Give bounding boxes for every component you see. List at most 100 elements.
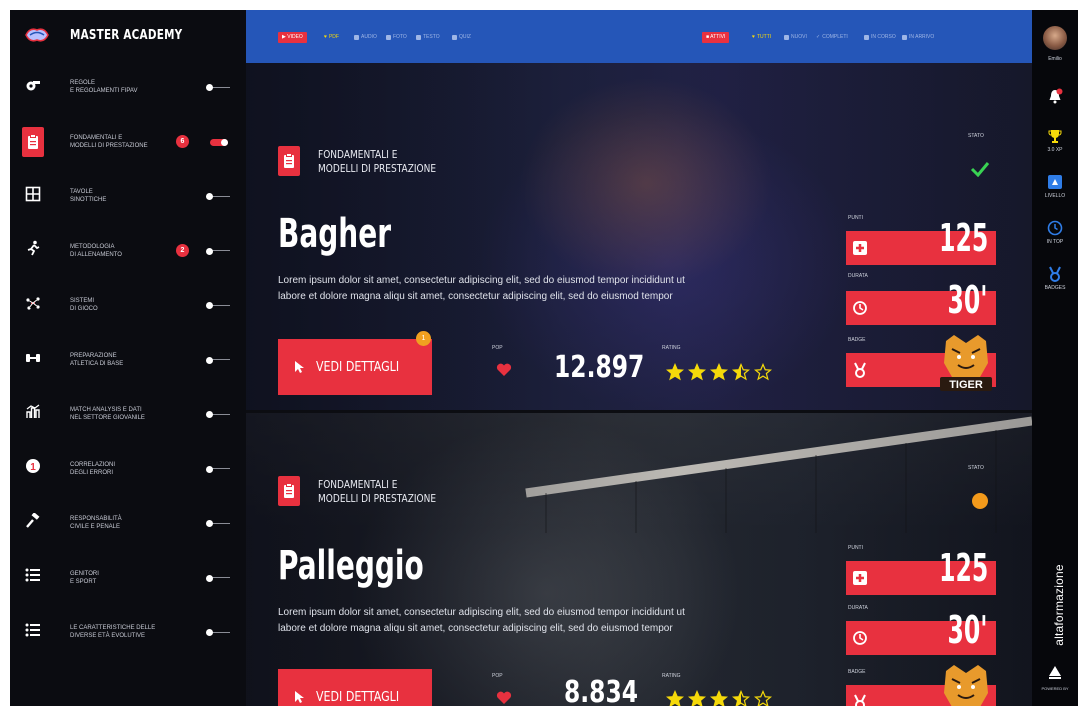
card-category: FONDAMENTALI E MODELLI DI PRESTAZIONE (318, 148, 437, 175)
star-icon (666, 690, 684, 706)
sidebar-item[interactable]: METODOLOGIA DI ALLENAMENTO 2 (10, 224, 246, 279)
filter-audio[interactable]: AUDIO (354, 34, 377, 40)
filter-foto[interactable]: FOTO (386, 34, 407, 40)
medal-icon (854, 362, 866, 378)
sidebar-toggle[interactable] (206, 411, 230, 418)
rating-label: RATING (662, 673, 681, 679)
gavel-icon (25, 511, 41, 534)
completed-check-icon (970, 162, 990, 177)
check-icon: ✓ (816, 34, 821, 40)
network-icon (25, 295, 41, 316)
avatar[interactable] (1043, 26, 1067, 50)
altaformazione-logo: altaformazione (1052, 564, 1066, 646)
sidebar-toggle[interactable] (206, 84, 230, 91)
brand[interactable]: MASTER ACADEMY (10, 10, 246, 60)
plus-box-icon (853, 241, 867, 255)
notification-badge: 1 (416, 331, 431, 346)
filter-in-corso[interactable]: IN CORSO (864, 34, 896, 40)
brand-title: MASTER ACADEMY (70, 27, 183, 43)
sidebar-toggle[interactable] (206, 574, 230, 582)
details-button[interactable]: VEDI DETTAGLI 1 (278, 331, 432, 395)
badges-label: BADGES (1044, 285, 1066, 291)
star-icon (710, 690, 728, 706)
sidebar-toggle[interactable] (206, 138, 230, 146)
details-button[interactable]: VEDI DETTAGLI (278, 669, 432, 706)
heart-icon: ♥ (752, 34, 755, 40)
star-icon (732, 363, 750, 381)
volleyball-logo-icon (25, 28, 49, 42)
app-window: MASTER ACADEMY REGOLE E REGOLAMENTI FIPAV… (10, 10, 1078, 706)
sidebar-item-label: TAVOLE SINOTTICHE (70, 189, 107, 204)
trophy-icon[interactable] (1047, 128, 1063, 144)
alert-icon: 1 (25, 458, 41, 479)
sidebar-item[interactable]: MATCH ANALYSIS E DATI NEL SETTORE GIOVANI… (10, 387, 246, 442)
sidebar-toggle[interactable] (206, 356, 230, 364)
sidebar-toggle[interactable] (206, 629, 230, 636)
sidebar-toggle[interactable] (206, 247, 230, 255)
course-card[interactable]: FONDAMENTALI E MODELLI DI PRESTAZIONE Pa… (246, 413, 1032, 706)
level-label: LIVELLO (1044, 193, 1066, 199)
card-title: Palleggio (278, 543, 424, 589)
powered-by-label: POWERED BY (1041, 686, 1069, 691)
card-title: Bagher (278, 211, 392, 257)
sidebar-item[interactable]: PREPARAZIONE ATLETICA DI BASE (10, 333, 246, 388)
duration-label: DURATA (848, 273, 868, 279)
card-description: Lorem ipsum dolor sit amet, consectetur … (278, 275, 685, 302)
cursor-icon (295, 691, 304, 703)
sidebar-item[interactable]: TAVOLE SINOTTICHE (10, 169, 246, 224)
user-name: Emilio (1048, 56, 1062, 62)
filter-completi[interactable]: ✓ COMPLETI (816, 34, 848, 40)
clipboard-icon (278, 146, 300, 176)
sidebar-toggle[interactable] (206, 302, 230, 309)
sidebar-toggle[interactable] (206, 465, 230, 473)
filter-video-button[interactable]: ▶ VIDEO (278, 32, 307, 43)
sidebar-item[interactable]: LE CARATTERISTICHE DELLE DIVERSE ETÀ EVOL… (10, 605, 246, 660)
new-icon (784, 34, 789, 40)
star-icon (666, 363, 684, 381)
filter-tutti[interactable]: ♥ TUTTI (752, 34, 771, 40)
filter-bar: ▶ VIDEO ♥ PDF AUDIO FOTO TESTO QUIZ ■ ATT… (246, 10, 1032, 63)
audio-icon (354, 34, 359, 40)
sidebar-toggle[interactable] (206, 520, 230, 527)
rating-stars (666, 690, 772, 706)
heart-icon (496, 691, 512, 704)
filter-testo[interactable]: TESTO (416, 34, 440, 40)
filter-in-arrivo[interactable]: IN ARRIVO (902, 34, 934, 40)
sidebar-item[interactable]: REGOLE E REGOLAMENTI FIPAV (10, 60, 246, 115)
badge-label: BADGE (848, 337, 866, 343)
level-icon[interactable] (1047, 174, 1063, 190)
duration-stat: 30' (846, 611, 996, 655)
xp-value: 3.0 XP (1047, 147, 1063, 153)
clipboard-icon (22, 126, 44, 157)
points-label: PUNTI (848, 215, 863, 221)
bell-icon[interactable] (1047, 88, 1063, 104)
tiger-badge-icon: TIGER (944, 665, 988, 706)
sidebar-item-label: PREPARAZIONE ATLETICA DI BASE (70, 352, 124, 367)
popularity-label: POP (492, 673, 503, 679)
filter-pdf[interactable]: ♥ PDF (324, 34, 339, 40)
sidebar-item[interactable]: 1 CORRELAZIONI DEGLI ERRORI (10, 442, 246, 497)
star-icon (754, 363, 772, 381)
duration-stat: 30' (846, 281, 996, 325)
popularity-value: 12.897 (554, 350, 645, 385)
star-icon (688, 363, 706, 381)
badge-label: BADGE (848, 669, 866, 675)
heart-icon (496, 363, 512, 376)
points-stat: 125 (846, 219, 996, 265)
list-icon (25, 623, 41, 642)
sidebar-item[interactable]: GENITORI E SPORT (10, 551, 246, 606)
sidebar-item[interactable]: RESPONSABILITÀ CIVILE E PENALE (10, 496, 246, 551)
sidebar-item[interactable]: SISTEMI DI GIOCO (10, 278, 246, 333)
clock-icon[interactable] (1047, 220, 1063, 236)
tiger-badge-icon: TIGER (940, 335, 992, 391)
state-label: STATO (968, 133, 984, 139)
sidebar-item[interactable]: FONDAMENTALI E MODELLI DI PRESTAZIONE 6 (10, 115, 246, 170)
clock-icon (853, 631, 867, 645)
filter-quiz[interactable]: QUIZ (452, 34, 471, 40)
medal-icon[interactable] (1047, 266, 1063, 282)
state-label: STATO (968, 465, 984, 471)
filter-nuovi[interactable]: NUOVI (784, 34, 807, 40)
course-card[interactable]: FONDAMENTALI E MODELLI DI PRESTAZIONE Ba… (246, 63, 1032, 410)
filter-attivi-button[interactable]: ■ ATTIVI (702, 32, 730, 43)
sidebar-toggle[interactable] (206, 193, 230, 200)
